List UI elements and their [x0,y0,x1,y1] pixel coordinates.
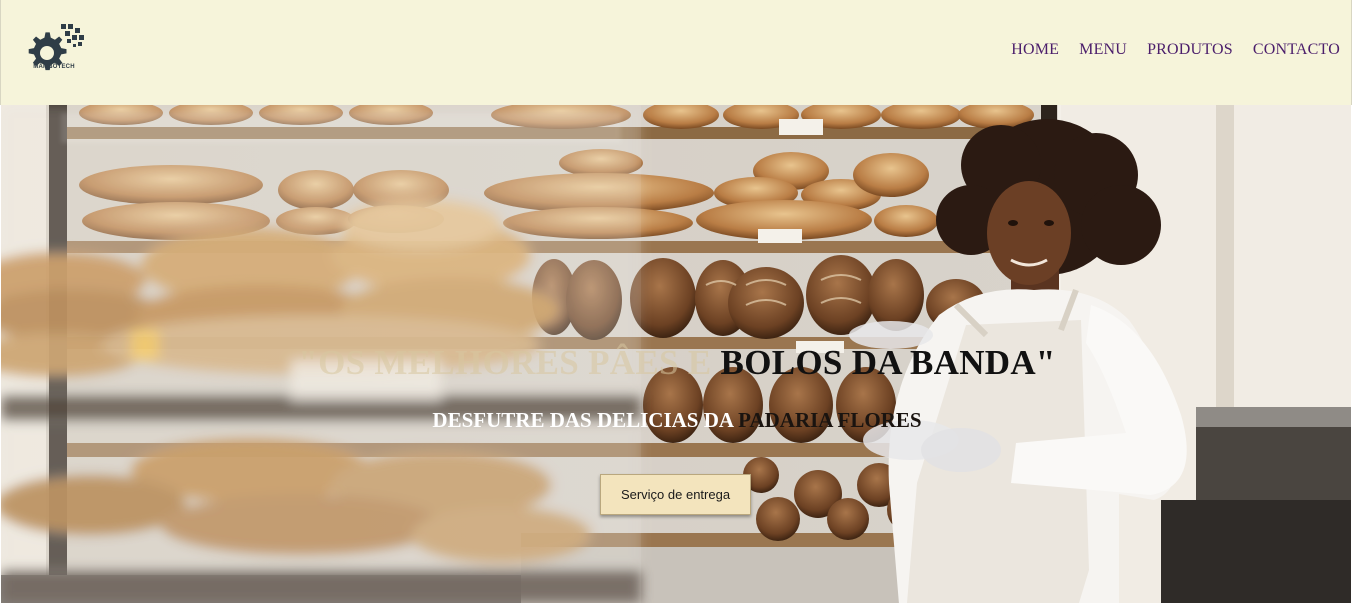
nav-menu[interactable]: MENU [1079,41,1127,59]
gear-with-pixels-icon [28,24,84,71]
nav-produtos[interactable]: PRODUTOS [1147,41,1233,59]
hero-subtitle-dark: PADARIA FLORES [738,408,922,432]
hero-subtitle-light: DESFUTRE DAS DELICIAS DA [432,408,739,432]
hero-banner: "OS MELHORES PÂES E BOLOS DA BANDA" DESF… [1,105,1351,603]
hero-title-dark: BOLOS DA BANDA" [720,343,1056,382]
nav-contacto[interactable]: CONTACTO [1253,41,1340,59]
brand-logo[interactable]: MAMBOTECH [21,20,87,80]
hero-subtitle: DESFUTRE DAS DELICIAS DA PADARIA FLORES [1,408,1351,433]
delivery-service-button[interactable]: Serviço de entrega [600,474,751,515]
brand-name: MAMBOTECH [33,64,75,70]
hero-title: "OS MELHORES PÂES E BOLOS DA BANDA" [1,343,1351,383]
site-header: MAMBOTECH HOME MENU PRODUTOS CONTACTO [0,0,1352,105]
main-nav: HOME MENU PRODUTOS CONTACTO [1011,41,1340,59]
nav-home[interactable]: HOME [1011,41,1059,59]
hero-title-faded: "OS MELHORES PÂES E [298,343,721,382]
